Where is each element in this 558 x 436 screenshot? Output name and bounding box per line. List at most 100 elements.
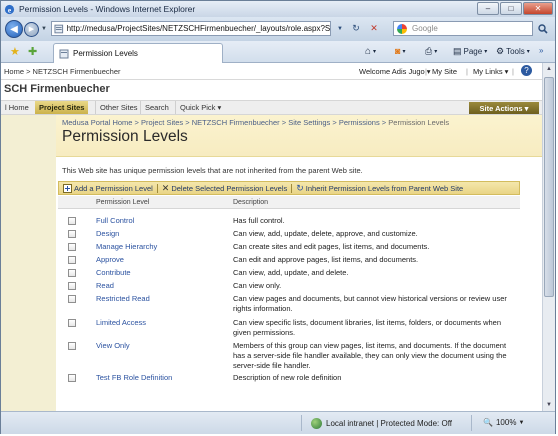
row-checkbox[interactable] — [68, 256, 76, 264]
page-description: This Web site has unique permission leve… — [62, 166, 363, 175]
permission-levels-table: Permission Level Description Full Contro… — [58, 196, 520, 382]
my-links-menu[interactable]: My Links ▾ — [473, 67, 508, 76]
nav-other-sites[interactable]: Other Sites — [95, 101, 142, 114]
permission-level-description: Can view pages and documents, but cannot… — [233, 294, 507, 313]
row-checkbox[interactable] — [68, 319, 76, 327]
scrollbar-thumb[interactable] — [544, 77, 554, 297]
permission-level-link[interactable]: Design — [96, 229, 119, 238]
permission-level-link[interactable]: Full Control — [96, 216, 134, 225]
row-checkbox[interactable] — [68, 295, 76, 303]
security-zone[interactable]: Local intranet | Protected Mode: Off — [311, 418, 452, 429]
rss-feed-icon: ◙ — [395, 46, 401, 56]
search-box[interactable]: Google — [393, 21, 533, 36]
row-checkbox[interactable] — [68, 230, 76, 238]
toolbar-divider — [156, 183, 158, 193]
crumb-portal-home[interactable]: Medusa Portal Home — [62, 118, 132, 127]
stop-icon: ✕ — [370, 23, 378, 33]
add-permission-level-label: Add a Permission Level — [74, 183, 153, 193]
top-navigation: l Home Project Sites Other Sites Search … — [1, 100, 542, 115]
permission-level-link[interactable]: Read — [96, 281, 114, 290]
permission-level-link[interactable]: Limited Access — [96, 318, 146, 327]
column-header-description: Description — [233, 199, 269, 206]
back-button[interactable]: ◀ — [5, 20, 23, 38]
refresh-icon: ↻ — [352, 23, 360, 33]
page-header: Medusa Portal Home > Project Sites > NET… — [56, 115, 542, 157]
permission-level-description: Can view, add, update, and delete. — [233, 268, 349, 277]
address-dropdown-button[interactable]: ▼ — [333, 21, 347, 36]
left-nav-strip — [1, 115, 56, 411]
zoom-control[interactable]: 🔍 100% ▼ — [483, 418, 524, 427]
print-button[interactable]: ⎙ ▾ — [425, 46, 437, 57]
inherit-permission-levels-button[interactable]: ↻ Inherit Permission Levels from Parent … — [296, 183, 463, 194]
refresh-button[interactable]: ↻ — [349, 21, 363, 36]
column-header-level[interactable]: Permission Level — [96, 199, 149, 206]
add-permission-level-button[interactable]: Add a Permission Level — [63, 183, 153, 193]
minimize-button[interactable]: – — [477, 2, 499, 15]
row-checkbox[interactable] — [68, 282, 76, 290]
row-checkbox[interactable] — [68, 374, 76, 382]
crumb-site[interactable]: NETZSCH Firmenbuecher — [192, 118, 280, 127]
nav-search[interactable]: Search — [140, 101, 173, 114]
row-checkbox[interactable] — [68, 217, 76, 225]
magnifier-icon — [538, 23, 548, 34]
home-icon: ⌂ — [365, 46, 372, 57]
delete-permission-levels-button[interactable]: ✕ Delete Selected Permission Levels — [162, 183, 287, 194]
scroll-up-arrow-icon[interactable]: ▲ — [543, 63, 555, 75]
title-bar: e Permission Levels - Windows Internet E… — [1, 1, 555, 17]
feeds-button[interactable]: ◙ ▾ — [395, 46, 405, 56]
page-menu[interactable]: ▤ Page ▾ — [453, 46, 487, 57]
page-menu-label: Page — [463, 47, 483, 56]
global-breadcrumb[interactable]: Home > NETZSCH Firmenbuecher — [4, 67, 121, 76]
page-content: Home > NETZSCH Firmenbuecher Welcome Adi… — [1, 63, 542, 411]
permission-level-link[interactable]: Contribute — [96, 268, 131, 277]
delete-x-icon: ✕ — [161, 182, 170, 193]
crumb-site-settings[interactable]: Site Settings — [288, 118, 330, 127]
link-separator: | — [425, 67, 427, 76]
tools-menu[interactable]: ⚙ Tools ▾ — [496, 46, 530, 57]
row-checkbox[interactable] — [68, 269, 76, 277]
globe-icon — [311, 418, 322, 429]
delete-permission-levels-label: Delete Selected Permission Levels — [171, 183, 288, 193]
nav-home[interactable]: l Home — [1, 101, 33, 114]
favorites-star-icon[interactable]: ★ — [10, 45, 20, 58]
magnifier-icon: 🔍 — [483, 418, 493, 427]
crumb-permissions[interactable]: Permissions — [339, 118, 380, 127]
page-favicon-icon — [54, 24, 64, 33]
vertical-scrollbar[interactable]: ▲ ▼ — [542, 63, 555, 411]
permission-level-link[interactable]: View Only — [96, 341, 130, 350]
gear-icon: ⚙ — [496, 46, 505, 56]
welcome-menu[interactable]: Welcome Adis Jugo ▾ — [359, 67, 431, 76]
recent-pages-dropdown[interactable]: ▼ — [41, 26, 47, 32]
nav-quick-pick[interactable]: Quick Pick ▾ — [175, 101, 225, 114]
close-button[interactable]: ✕ — [523, 2, 553, 15]
scroll-down-arrow-icon[interactable]: ▼ — [543, 399, 555, 411]
home-button[interactable]: ⌂ ▾ — [365, 46, 376, 57]
maximize-button[interactable]: □ — [500, 2, 522, 15]
chevron-right-icon: » — [539, 46, 544, 55]
url-field[interactable]: http://medusa/ProjectSites/NETZSCHFirmen… — [51, 21, 331, 36]
site-name[interactable]: SCH Firmenbuecher — [4, 83, 110, 95]
add-favorite-icon[interactable]: ✚ — [28, 45, 37, 58]
ie-help-button[interactable]: » — [539, 46, 543, 55]
permission-level-link[interactable]: Approve — [96, 255, 124, 264]
forward-button[interactable]: ▶ — [24, 21, 39, 37]
tab-bar: ★ ✚ Permission Levels ⌂ ▾ ◙ ▾ ⎙ ▾ ▤ Page ▾ ⚙ T… — [1, 41, 555, 63]
permission-level-description: Can view specific lists, document librar… — [233, 318, 502, 337]
crumb-project-sites[interactable]: Project Sites — [141, 118, 183, 127]
permission-level-description: Can view only. — [233, 281, 282, 290]
row-checkbox[interactable] — [68, 342, 76, 350]
permission-level-link[interactable]: Test FB Role Definition — [96, 373, 172, 382]
row-checkbox[interactable] — [68, 243, 76, 251]
nav-project-sites[interactable]: Project Sites — [35, 101, 89, 114]
search-placeholder: Google — [412, 24, 438, 33]
stop-button[interactable]: ✕ — [367, 21, 381, 36]
page-menu-icon: ▤ — [453, 46, 462, 56]
permission-level-link[interactable]: Restricted Read — [96, 294, 150, 303]
site-actions-button[interactable]: Site Actions ▾ — [469, 102, 539, 114]
tab-permission-levels[interactable]: Permission Levels — [53, 43, 223, 63]
search-button[interactable] — [535, 21, 551, 36]
zoom-level: 100% — [495, 418, 517, 427]
my-site-link[interactable]: My Site — [432, 67, 457, 76]
permission-level-link[interactable]: Manage Hierarchy — [96, 242, 157, 251]
help-icon[interactable]: ? — [521, 65, 532, 76]
